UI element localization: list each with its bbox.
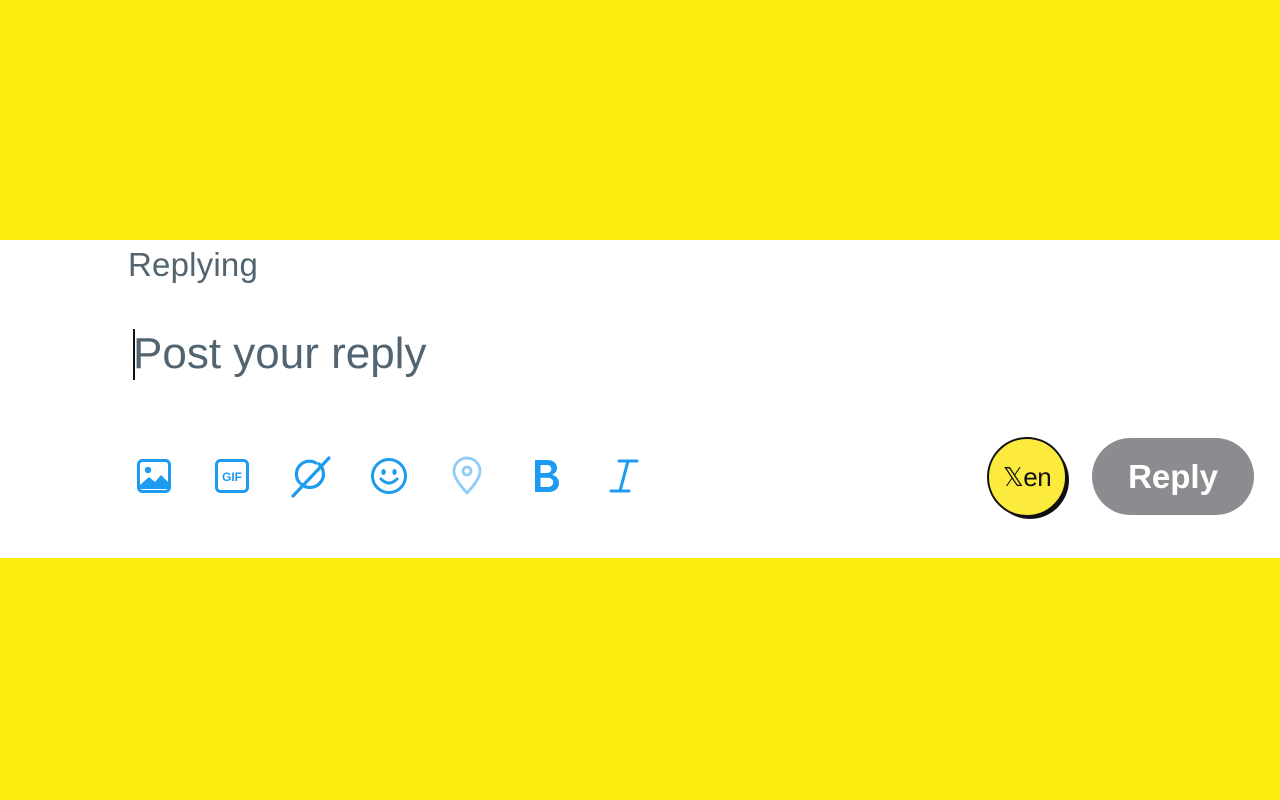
emoji-button[interactable] <box>365 452 413 500</box>
media-button[interactable] <box>130 452 178 500</box>
italic-icon <box>609 458 639 494</box>
xen-extension-badge[interactable]: 𝕏en <box>987 437 1069 519</box>
gif-icon: GIF <box>214 458 250 494</box>
italic-button[interactable] <box>600 452 648 500</box>
grok-button[interactable] <box>287 452 335 500</box>
replying-label: Replying <box>128 246 259 283</box>
bold-button[interactable] <box>522 452 570 500</box>
bottom-background-band <box>0 558 1280 800</box>
gif-button[interactable]: GIF <box>208 452 256 500</box>
grok-icon <box>289 454 333 498</box>
reply-input[interactable] <box>133 326 933 382</box>
location-button[interactable] <box>443 452 491 500</box>
location-icon <box>450 456 484 496</box>
emoji-icon <box>370 457 408 495</box>
gif-icon-text: GIF <box>222 470 242 484</box>
reply-composer: Replying GIF <box>0 240 1280 558</box>
top-background-band <box>0 0 1280 240</box>
image-icon <box>136 458 172 494</box>
xen-badge-label: 𝕏en <box>987 437 1067 517</box>
bold-icon <box>531 458 561 494</box>
reply-button[interactable]: Reply <box>1092 438 1254 515</box>
